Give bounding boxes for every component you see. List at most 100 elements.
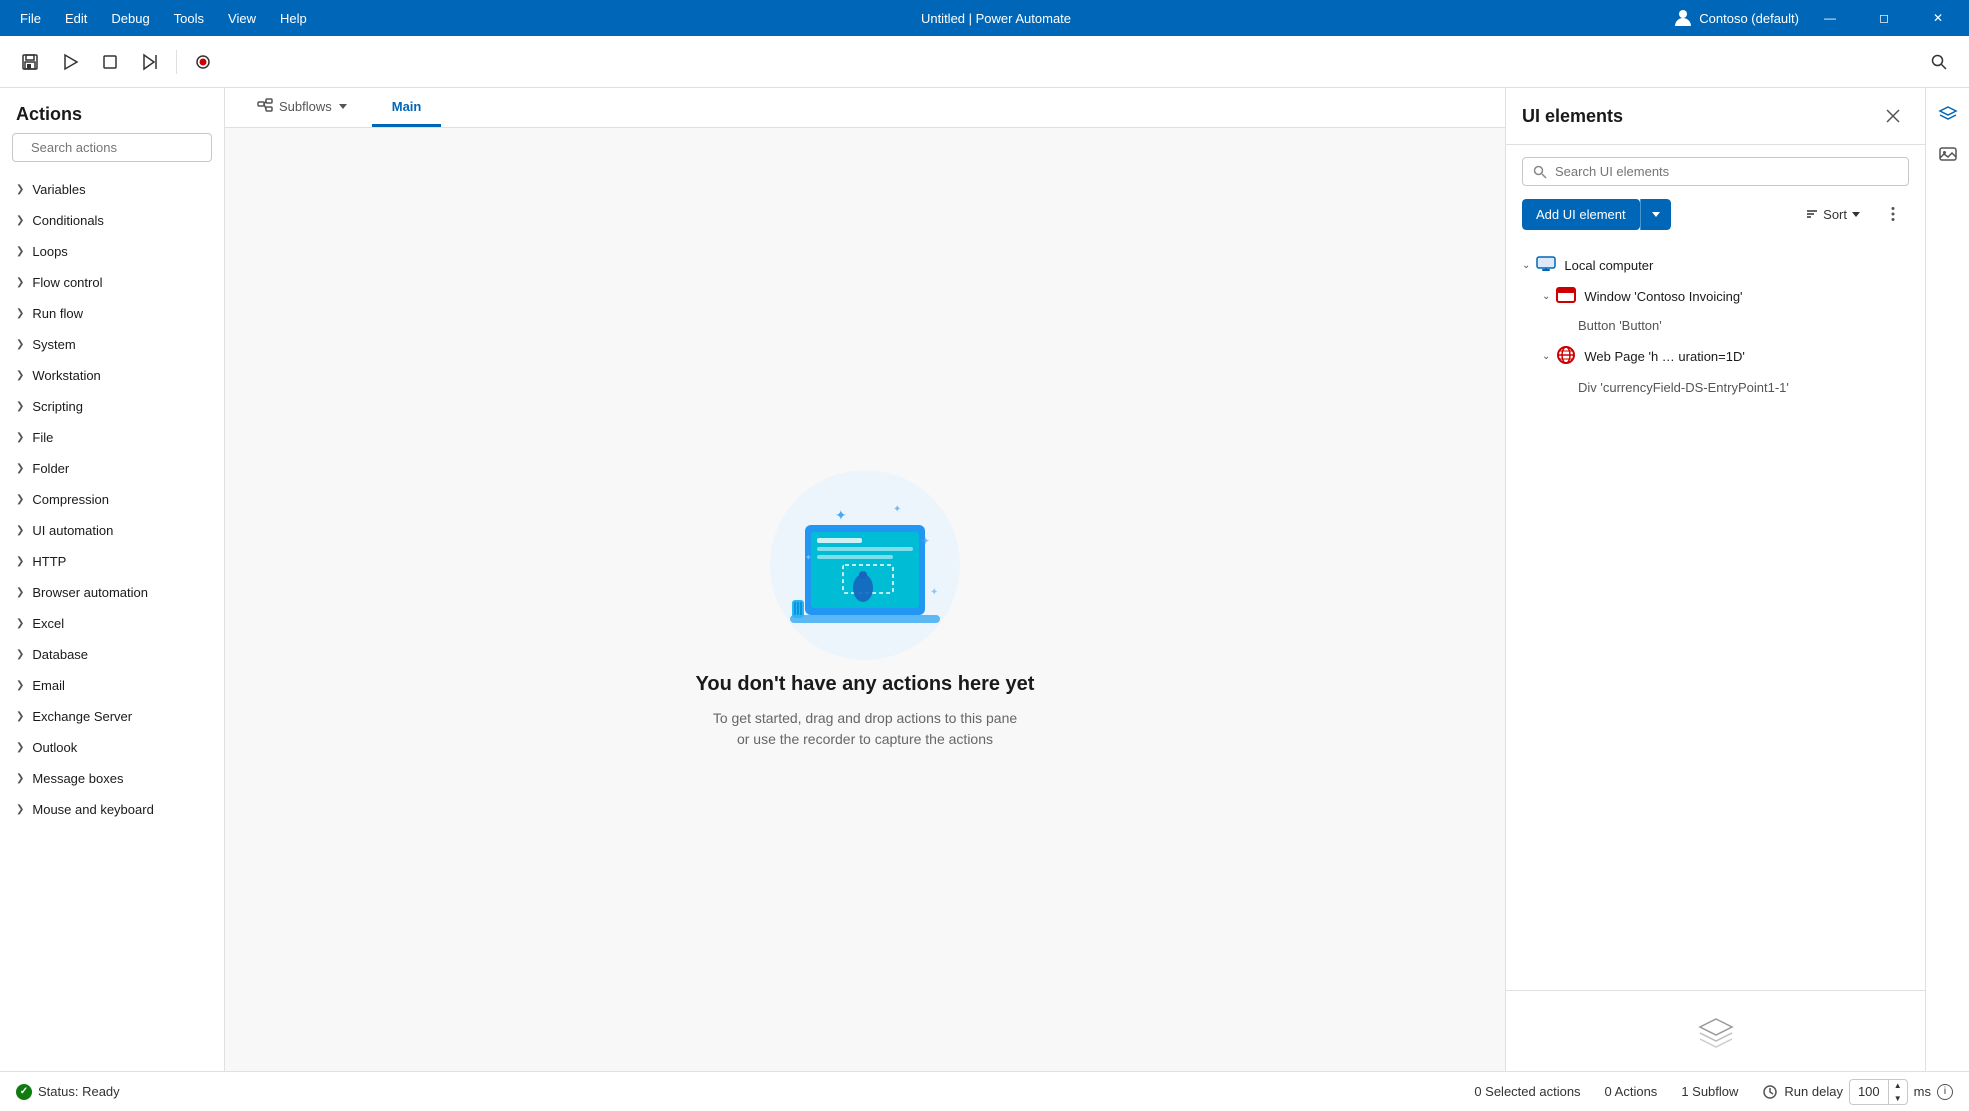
- save-button[interactable]: [12, 44, 48, 80]
- chevron-icon: ❯: [16, 587, 24, 598]
- sort-button[interactable]: Sort: [1797, 201, 1869, 228]
- action-item-http[interactable]: ❯ HTTP: [0, 546, 224, 577]
- action-item-database[interactable]: ❯ Database: [0, 639, 224, 670]
- stop-button[interactable]: [92, 44, 128, 80]
- sort-icon: [1805, 207, 1819, 221]
- chevron-icon: ❯: [16, 649, 24, 660]
- action-item-system[interactable]: ❯ System: [0, 329, 224, 360]
- action-item-conditionals[interactable]: ❯ Conditionals: [0, 205, 224, 236]
- monitor-icon: [1536, 256, 1556, 275]
- sort-label: Sort: [1823, 207, 1847, 222]
- action-item-ui-automation[interactable]: ❯ UI automation: [0, 515, 224, 546]
- tab-main[interactable]: Main: [372, 88, 442, 127]
- action-item-variables[interactable]: ❯ Variables: [0, 174, 224, 205]
- close-icon: [1885, 108, 1901, 124]
- canvas-search-button[interactable]: [1921, 44, 1957, 80]
- run-delay-unit: ms: [1914, 1084, 1931, 1099]
- right-sidebar: [1925, 88, 1969, 1071]
- action-item-email[interactable]: ❯ Email: [0, 670, 224, 701]
- empty-state: ✦ ✦ ✦ ✦ ✦ You don't have any actions her…: [696, 450, 1035, 750]
- run-delay-increment[interactable]: ▲: [1889, 1079, 1907, 1092]
- app-body: Actions ❯ Variables ❯ Conditionals: [0, 36, 1969, 1111]
- chevron-icon: ❯: [16, 246, 24, 257]
- chevron-icon: ❯: [16, 277, 24, 288]
- close-button[interactable]: ✕: [1915, 0, 1961, 36]
- canvas-content: ✦ ✦ ✦ ✦ ✦ You don't have any actions her…: [225, 128, 1505, 1071]
- add-ui-element-button[interactable]: Add UI element: [1522, 199, 1640, 230]
- ui-panel-close-button[interactable]: [1877, 100, 1909, 132]
- action-item-folder[interactable]: ❯ Folder: [0, 453, 224, 484]
- action-item-message-boxes[interactable]: ❯ Message boxes: [0, 763, 224, 794]
- sidebar-image-button[interactable]: [1930, 136, 1966, 172]
- run-delay-value[interactable]: 100: [1850, 1084, 1888, 1099]
- tree-chevron-icon: ⌄: [1522, 260, 1530, 271]
- action-item-mouse-keyboard[interactable]: ❯ Mouse and keyboard: [0, 794, 224, 825]
- run-delay-decrement[interactable]: ▼: [1889, 1092, 1907, 1105]
- menu-debug[interactable]: Debug: [99, 0, 161, 36]
- more-options-button[interactable]: [1877, 198, 1909, 230]
- chevron-icon: ❯: [16, 370, 24, 381]
- tree-item-button[interactable]: Button 'Button': [1506, 312, 1925, 339]
- title-bar-right: Contoso (default) ― ◻ ✕: [1673, 0, 1961, 36]
- action-item-flow-control[interactable]: ❯ Flow control: [0, 267, 224, 298]
- action-item-scripting[interactable]: ❯ Scripting: [0, 391, 224, 422]
- selected-actions-count: 0 Selected actions: [1474, 1084, 1580, 1099]
- chevron-icon: ❯: [16, 184, 24, 195]
- tab-subflows[interactable]: Subflows: [237, 88, 368, 127]
- menu-help[interactable]: Help: [268, 0, 319, 36]
- ui-search-input[interactable]: [1555, 164, 1898, 179]
- tree-item-local-computer[interactable]: ⌄ Local computer: [1506, 250, 1925, 281]
- empty-state-description: To get started, drag and drop actions to…: [696, 708, 1035, 750]
- action-item-browser-automation[interactable]: ❯ Browser automation: [0, 577, 224, 608]
- chevron-icon: ❯: [16, 711, 24, 722]
- run-button[interactable]: [52, 44, 88, 80]
- window-svg: [1556, 287, 1576, 303]
- record-button[interactable]: [185, 44, 221, 80]
- sidebar-layers-button[interactable]: [1930, 96, 1966, 132]
- tree-item-contoso-window[interactable]: ⌄ Window 'Contoso Invoicing': [1506, 281, 1925, 312]
- search-input[interactable]: [31, 140, 207, 155]
- action-item-excel[interactable]: ❯ Excel: [0, 608, 224, 639]
- action-item-workstation[interactable]: ❯ Workstation: [0, 360, 224, 391]
- status-bar: Status: Ready 0 Selected actions 0 Actio…: [0, 1071, 1969, 1111]
- action-item-compression[interactable]: ❯ Compression: [0, 484, 224, 515]
- monitor-svg: [1536, 256, 1556, 272]
- account-info[interactable]: Contoso (default): [1673, 8, 1799, 28]
- status-ready: Status: Ready: [16, 1084, 120, 1100]
- chevron-icon: ❯: [16, 556, 24, 567]
- tree-item-webpage[interactable]: ⌄ Web Page 'h … uration=1D': [1506, 339, 1925, 374]
- add-ui-element-dropdown[interactable]: [1640, 199, 1671, 230]
- run-delay-label: Run delay: [1784, 1084, 1843, 1099]
- actions-count: 0 Actions: [1605, 1084, 1658, 1099]
- globe-icon: [1556, 345, 1576, 368]
- menu-tools[interactable]: Tools: [162, 0, 216, 36]
- action-item-outlook[interactable]: ❯ Outlook: [0, 732, 224, 763]
- next-action-button[interactable]: [132, 44, 168, 80]
- action-item-file[interactable]: ❯ File: [0, 422, 224, 453]
- menu-file[interactable]: File: [8, 0, 53, 36]
- tree-item-div[interactable]: Div 'currencyField-DS-EntryPoint1-1': [1506, 374, 1925, 401]
- svg-text:✦: ✦: [930, 587, 938, 598]
- ui-search-icon: [1533, 165, 1547, 179]
- app-title: Untitled | Power Automate: [319, 11, 1674, 26]
- menu-edit[interactable]: Edit: [53, 0, 99, 36]
- run-delay-container: Run delay 100 ▲ ▼ ms i: [1762, 1079, 1953, 1105]
- run-delay-spinners: ▲ ▼: [1888, 1079, 1907, 1105]
- ui-panel-title: UI elements: [1522, 106, 1877, 127]
- empty-state-illustration: ✦ ✦ ✦ ✦ ✦: [735, 450, 995, 670]
- svg-text:✦: ✦: [893, 504, 901, 515]
- actions-panel-title: Actions: [0, 88, 224, 133]
- account-icon: [1673, 8, 1693, 28]
- action-item-loops[interactable]: ❯ Loops: [0, 236, 224, 267]
- action-item-run-flow[interactable]: ❯ Run flow: [0, 298, 224, 329]
- minimize-button[interactable]: ―: [1807, 0, 1853, 36]
- status-text: Status: Ready: [38, 1084, 120, 1099]
- globe-svg: [1556, 345, 1576, 365]
- tree-chevron-icon: ⌄: [1542, 291, 1550, 302]
- action-item-exchange-server[interactable]: ❯ Exchange Server: [0, 701, 224, 732]
- toolbar: [0, 36, 1969, 88]
- chevron-icon: ❯: [16, 742, 24, 753]
- menu-view[interactable]: View: [216, 0, 268, 36]
- run-delay-info-icon[interactable]: i: [1937, 1084, 1953, 1100]
- maximize-button[interactable]: ◻: [1861, 0, 1907, 36]
